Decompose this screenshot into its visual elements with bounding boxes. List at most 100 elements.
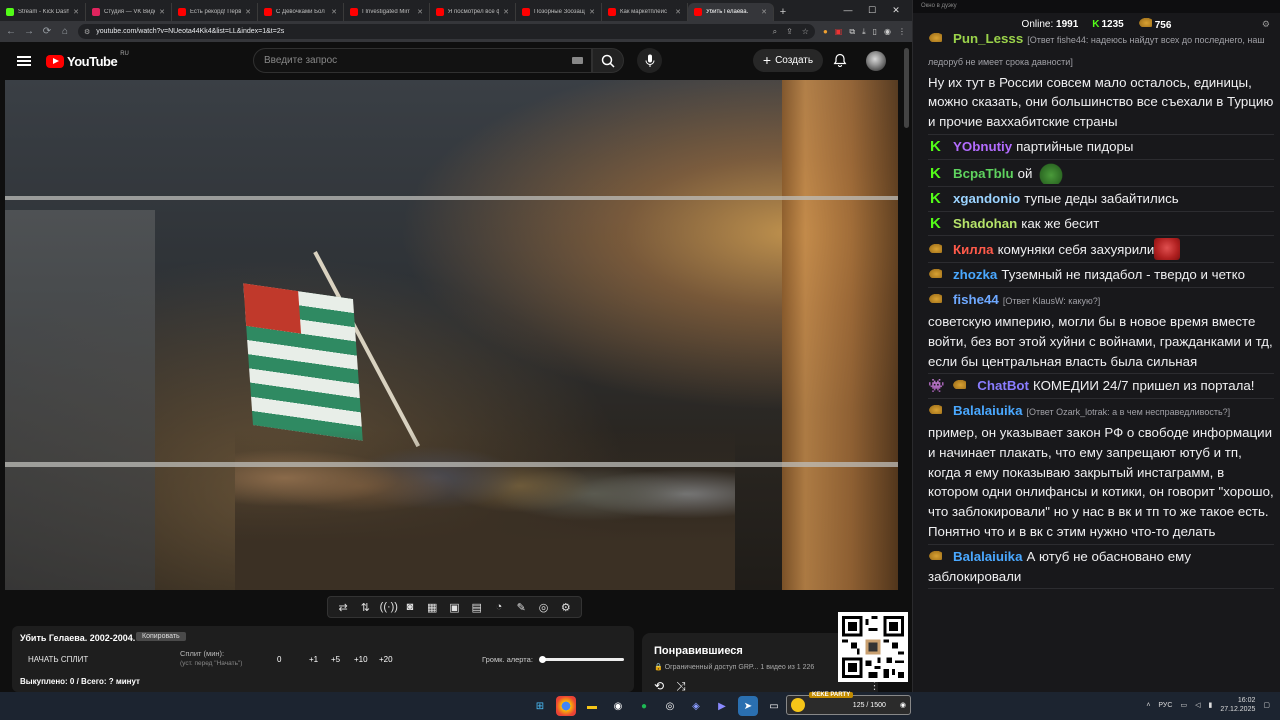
discord-icon[interactable]: ◈ [686, 696, 706, 716]
chat-username[interactable]: BcpaTblu [953, 166, 1014, 181]
clapper-icon[interactable]: ▦ [424, 601, 440, 614]
speed-icon[interactable]: ◔ [491, 601, 507, 613]
battery-icon[interactable]: ▮ [1208, 701, 1212, 709]
create-button[interactable]: + Создать [753, 49, 823, 72]
browser-tab[interactable]: Студия — VK Видео ✕ [86, 3, 172, 21]
split-add-1-button[interactable]: +1 [309, 655, 318, 664]
alert-volume-slider[interactable] [539, 656, 624, 663]
chrome-icon[interactable] [556, 696, 576, 716]
tab-close-icon[interactable]: ✕ [331, 8, 337, 16]
extension-badge-icon[interactable]: ▣ [835, 27, 843, 36]
tab-close-icon[interactable]: ✕ [245, 8, 251, 16]
user-avatar[interactable] [866, 51, 886, 71]
bookmark-star-icon[interactable]: ☆ [802, 27, 809, 37]
voice-search-button[interactable] [637, 48, 662, 73]
camera-eye-icon[interactable]: ◙ [402, 601, 418, 613]
tab-close-icon[interactable]: ✕ [675, 8, 681, 16]
chat-username[interactable]: fishe44 [953, 292, 999, 307]
spotify-icon[interactable]: ● [634, 696, 654, 716]
chat-username[interactable]: xgandonio [953, 191, 1020, 206]
tab-close-icon[interactable]: ✕ [73, 8, 79, 16]
close-icon[interactable]: ✕ [884, 0, 908, 20]
notifications-icon[interactable]: ▢ [1263, 701, 1270, 709]
screenshot-icon[interactable]: ◎ [536, 601, 552, 614]
extensions-puzzle-icon[interactable]: ⧉ [849, 27, 855, 37]
kick-party-widget[interactable]: KEKE PARTY 125 / 1500 ◉ [786, 692, 911, 715]
chat-username[interactable]: zhozka [953, 267, 997, 282]
loop-icon[interactable]: ⇄ [335, 601, 351, 614]
forward-icon[interactable]: → [24, 26, 34, 37]
page-scrollbar[interactable] [904, 48, 909, 128]
video-pillar [782, 80, 898, 590]
menu-icon[interactable] [17, 56, 31, 66]
tab-close-icon[interactable]: ✕ [159, 8, 165, 16]
browser-tab[interactable]: Есть рекорд! Перв ✕ [172, 3, 258, 21]
split-add-5-button[interactable]: +5 [331, 655, 340, 664]
input-language[interactable]: РУС [1158, 702, 1172, 709]
zoom-icon[interactable]: ⌕ [773, 27, 777, 37]
chat-username[interactable]: Shadohan [953, 216, 1017, 231]
app-icon[interactable]: ▭ [764, 696, 784, 716]
tab-close-icon[interactable]: ✕ [417, 8, 423, 16]
menu-dots-icon[interactable]: ⋮ [898, 27, 906, 36]
split-add-20-button[interactable]: +20 [379, 655, 393, 664]
reload-icon[interactable]: ⟳ [42, 26, 52, 37]
tab-close-icon[interactable]: ✕ [761, 8, 767, 16]
screen-icon[interactable]: ▣ [446, 601, 462, 614]
split-value-current: 0 [277, 655, 282, 664]
chat-username[interactable]: Килла [953, 242, 994, 257]
browser-tab[interactable]: I Investigated Mirr ✕ [344, 3, 430, 21]
chat-username[interactable]: ChatBot [977, 378, 1029, 393]
clock[interactable]: 16:02 27.12.2025 [1220, 696, 1255, 714]
settings-icon[interactable]: ⚙ [558, 601, 574, 614]
browser-tab[interactable]: С Девочками Бол ✕ [258, 3, 344, 21]
video-player[interactable] [5, 80, 898, 590]
tab-close-icon[interactable]: ✕ [503, 8, 509, 16]
telegram-icon[interactable]: ➤ [738, 696, 758, 716]
broadcast-icon[interactable]: ((·)) [380, 601, 398, 613]
sort-icon[interactable]: ⇅ [357, 601, 373, 614]
share-icon[interactable]: ⇪ [786, 27, 793, 37]
new-tab-icon[interactable]: + [774, 3, 792, 21]
tray-chevron-icon[interactable]: ˄ [1146, 702, 1150, 709]
url-field[interactable]: ⚙ youtube.com/watch?v=NUeota44Kk4&list=L… [78, 24, 815, 39]
download-icon[interactable]: ⤓ [862, 27, 866, 37]
chat-username[interactable]: Balalaiuika [953, 403, 1022, 418]
keyboard-icon[interactable] [572, 57, 583, 64]
maximize-icon[interactable]: ☐ [860, 0, 884, 20]
site-info-icon[interactable]: ⚙ [84, 28, 90, 36]
start-split-button[interactable]: НАЧАТЬ СПЛИТ [28, 655, 88, 664]
sidebar-icon[interactable]: ▯ [873, 27, 877, 36]
home-icon[interactable]: ⌂ [60, 26, 70, 37]
minimize-icon[interactable]: — [836, 0, 860, 20]
start-icon[interactable]: ⊞ [530, 696, 550, 716]
search-button[interactable] [592, 48, 624, 73]
network-icon[interactable]: ▭ [1180, 701, 1187, 709]
steam-icon[interactable]: ◉ [608, 696, 628, 716]
youtube-logo[interactable]: YouTube RU [46, 51, 129, 69]
notifications-bell-icon[interactable] [833, 53, 847, 67]
chat-settings-icon[interactable]: ⚙ [1262, 19, 1270, 30]
browser-tab[interactable]: Позорные Зоозащ ✕ [516, 3, 602, 21]
subtitles-icon[interactable]: ▤ [469, 601, 485, 614]
browser-tab[interactable]: Как маркетплейс ✕ [602, 3, 688, 21]
extension-icon[interactable]: ● [823, 27, 828, 36]
split-add-10-button[interactable]: +10 [354, 655, 368, 664]
browser-tab[interactable]: Я посмотрел все ф ✕ [430, 3, 516, 21]
volume-icon[interactable]: ◁ [1195, 701, 1200, 709]
chat-username[interactable]: YObnutiy [953, 139, 1012, 154]
copy-button[interactable]: Копировать [136, 632, 186, 641]
chat-username[interactable]: Balalaiuika [953, 549, 1022, 564]
browser-tab[interactable]: Stream - Kick Dash ✕ [0, 3, 86, 21]
profile-icon[interactable]: ◉ [884, 27, 891, 36]
media-player-icon[interactable]: ▶ [712, 696, 732, 716]
file-explorer-icon[interactable]: ▬ [582, 696, 602, 716]
obs-icon[interactable]: ◎ [660, 696, 680, 716]
browser-tab[interactable]: Убить Гелаева. ✕ [688, 3, 774, 21]
back-icon[interactable]: ← [6, 26, 16, 37]
playlist-title[interactable]: Понравившиеся [654, 645, 743, 657]
search-input[interactable]: Введите запрос [253, 48, 592, 73]
tab-favicon-icon [522, 8, 530, 16]
edit-icon[interactable]: ✎ [513, 601, 529, 614]
tab-close-icon[interactable]: ✕ [589, 8, 595, 16]
